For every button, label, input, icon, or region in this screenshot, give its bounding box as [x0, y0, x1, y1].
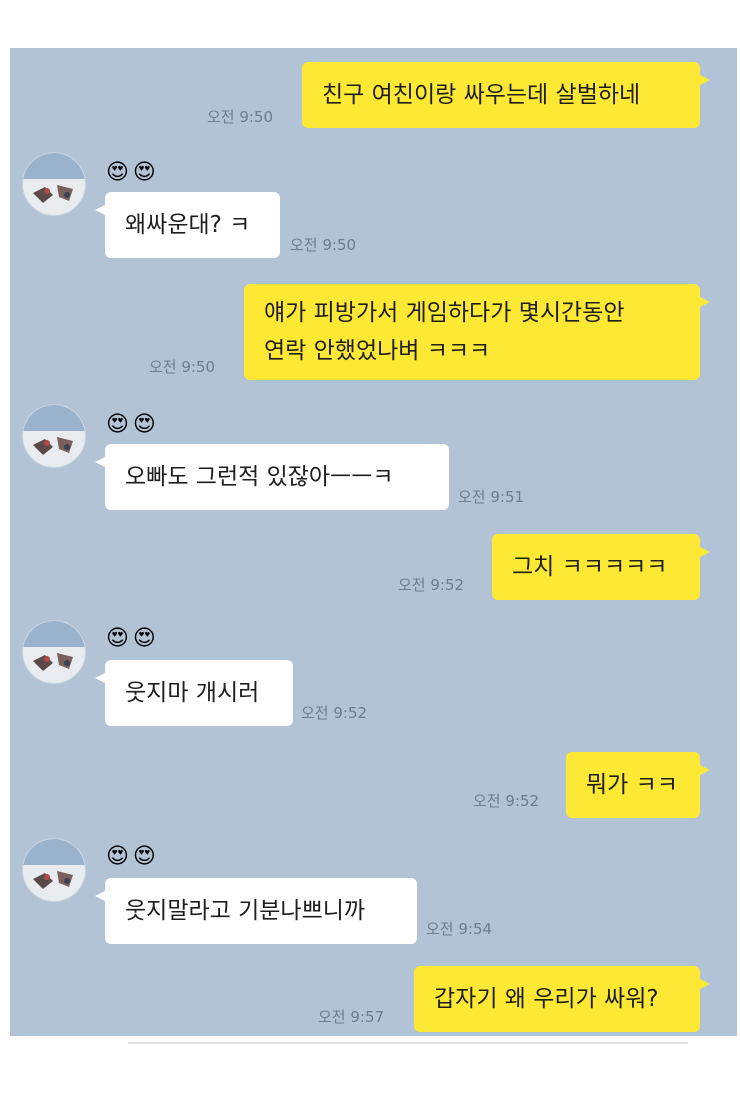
profile-photo-icon — [23, 621, 85, 683]
message-time: 오전 9:52 — [301, 704, 368, 722]
sender-name: 😍😍 — [106, 626, 160, 651]
message-text-line: 연락 안했었나벼 ㅋㅋㅋ — [264, 338, 491, 364]
profile-photo-icon — [23, 839, 85, 901]
message-text: 왜싸운대? ㅋ — [125, 212, 251, 238]
message-time: 오전 9:50 — [149, 358, 216, 376]
message-time: 오전 9:50 — [290, 236, 357, 254]
message-time: 오전 9:51 — [458, 488, 525, 506]
message-time: 오전 9:52 — [473, 792, 540, 810]
message-text: 그치 ㅋㅋㅋㅋㅋ — [512, 554, 668, 580]
chat-area[interactable]: 오전 9:50 친구 여친이랑 싸우는데 살벌하네 😍😍 왜싸운대? ㅋ 오전 … — [10, 48, 737, 1036]
message-bubble-received[interactable]: 왜싸운대? ㅋ — [95, 192, 280, 258]
message-bubble-received[interactable]: 오빠도 그런적 있잖아ㅡㅡㅋ — [95, 444, 449, 510]
message-bubble-sent[interactable]: 뭐가 ㅋㅋ — [566, 752, 710, 818]
message-bubble-sent[interactable]: 얘가 피방가서 게임하다가 몇시간동안 연락 안했었나벼 ㅋㅋㅋ — [244, 284, 710, 380]
message-bubble-sent[interactable]: 친구 여친이랑 싸우는데 살벌하네 — [302, 62, 710, 128]
sender-name: 😍😍 — [106, 160, 160, 185]
divider — [128, 1042, 688, 1044]
message-time: 오전 9:57 — [318, 1008, 385, 1026]
message-time: 오전 9:54 — [426, 920, 493, 938]
message-time: 오전 9:52 — [398, 576, 465, 594]
sender-name: 😍😍 — [106, 844, 160, 869]
message-text: 웃지말라고 기분나쁘니까 — [125, 898, 366, 924]
avatar[interactable] — [22, 620, 86, 684]
avatar[interactable] — [22, 838, 86, 902]
message-bubble-received[interactable]: 웃지마 개시러 — [95, 660, 293, 726]
message-text: 웃지마 개시러 — [125, 680, 260, 706]
message-text: 갑자기 왜 우리가 싸워? — [434, 986, 659, 1012]
message-text: 오빠도 그런적 있잖아ㅡㅡㅋ — [125, 464, 394, 490]
profile-photo-icon — [23, 153, 85, 215]
message-text: 뭐가 ㅋㅋ — [586, 772, 678, 798]
message-text: 친구 여친이랑 싸우는데 살벌하네 — [322, 82, 641, 108]
avatar[interactable] — [22, 152, 86, 216]
message-bubble-received[interactable]: 웃지말라고 기분나쁘니까 — [95, 878, 417, 944]
message-text-line: 얘가 피방가서 게임하다가 몇시간동안 — [264, 300, 625, 326]
message-time: 오전 9:50 — [207, 108, 274, 126]
message-bubble-sent[interactable]: 그치 ㅋㅋㅋㅋㅋ — [492, 534, 710, 600]
avatar[interactable] — [22, 404, 86, 468]
sender-name: 😍😍 — [106, 412, 160, 437]
message-bubble-sent[interactable]: 갑자기 왜 우리가 싸워? — [414, 966, 710, 1032]
profile-photo-icon — [23, 405, 85, 467]
